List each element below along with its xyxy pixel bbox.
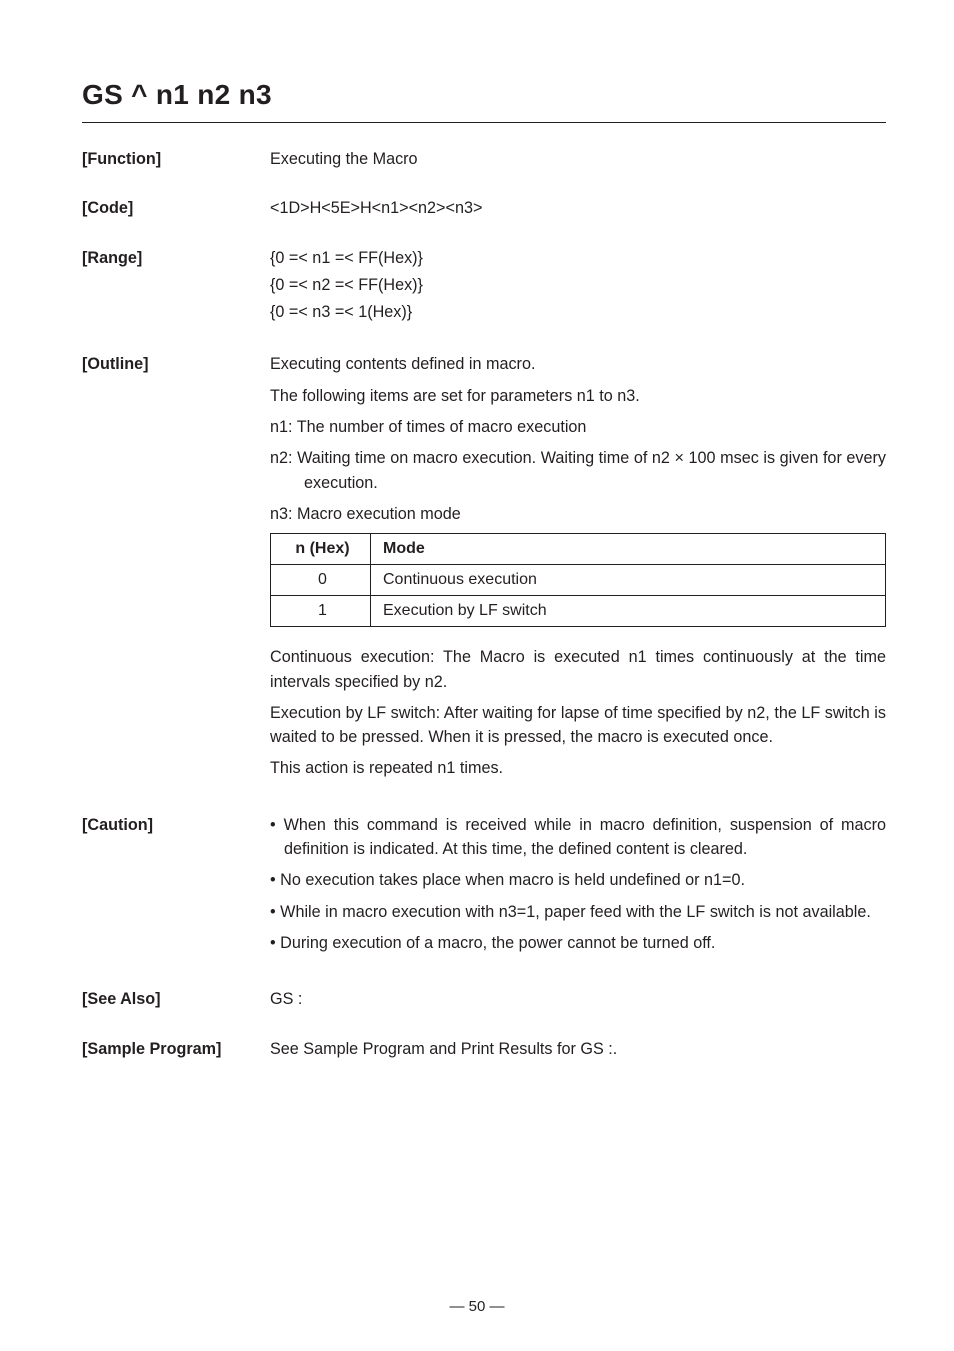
label-range: [Range] bbox=[82, 246, 270, 328]
caution-bullet: • When this command is received while in… bbox=[270, 813, 886, 862]
table-header: n (Hex) bbox=[271, 534, 371, 565]
table-cell: 0 bbox=[271, 565, 371, 596]
value-code: <1D>H<5E>H<n1><n2><n3> bbox=[270, 196, 886, 220]
outline-after: Execution by LF switch: After waiting fo… bbox=[270, 701, 886, 750]
table-cell: Execution by LF switch bbox=[371, 596, 886, 627]
table-header: Mode bbox=[371, 534, 886, 565]
table-cell: 1 bbox=[271, 596, 371, 627]
section-sample: [Sample Program] See Sample Program and … bbox=[82, 1037, 886, 1061]
section-caution: [Caution] • When this command is receive… bbox=[82, 813, 886, 962]
caution-bullet: • During execution of a macro, the power… bbox=[270, 931, 886, 955]
section-seealso: [See Also] GS : bbox=[82, 987, 886, 1011]
label-sample: [Sample Program] bbox=[82, 1037, 270, 1061]
outline-after: Continuous execution: The Macro is execu… bbox=[270, 645, 886, 694]
value-range: {0 =< n1 =< FF(Hex)} {0 =< n2 =< FF(Hex)… bbox=[270, 246, 886, 328]
range-line: {0 =< n3 =< 1(Hex)} bbox=[270, 300, 886, 324]
value-outline: Executing contents defined in macro. The… bbox=[270, 352, 886, 787]
range-line: {0 =< n2 =< FF(Hex)} bbox=[270, 273, 886, 297]
outline-line: n3: Macro execution mode bbox=[270, 502, 886, 526]
label-seealso: [See Also] bbox=[82, 987, 270, 1011]
title-rule bbox=[82, 122, 886, 123]
section-code: [Code] <1D>H<5E>H<n1><n2><n3> bbox=[82, 196, 886, 220]
table-cell: Continuous execution bbox=[371, 565, 886, 596]
label-function: [Function] bbox=[82, 147, 270, 171]
caution-bullet: • While in macro execution with n3=1, pa… bbox=[270, 900, 886, 924]
value-caution: • When this command is received while in… bbox=[270, 813, 886, 962]
caution-bullet: • No execution takes place when macro is… bbox=[270, 868, 886, 892]
value-function: Executing the Macro bbox=[270, 147, 886, 171]
value-seealso: GS : bbox=[270, 987, 886, 1011]
value-sample: See Sample Program and Print Results for… bbox=[270, 1037, 886, 1061]
outline-after: This action is repeated n1 times. bbox=[270, 756, 886, 780]
label-outline: [Outline] bbox=[82, 352, 270, 787]
mode-table: n (Hex) Mode 0 Continuous execution 1 Ex… bbox=[270, 533, 886, 627]
table-header-row: n (Hex) Mode bbox=[271, 534, 886, 565]
table-row: 1 Execution by LF switch bbox=[271, 596, 886, 627]
outline-line: n2: Waiting time on macro execution. Wai… bbox=[270, 446, 886, 495]
range-line: {0 =< n1 =< FF(Hex)} bbox=[270, 246, 886, 270]
outline-line: Executing contents defined in macro. bbox=[270, 352, 886, 376]
section-function: [Function] Executing the Macro bbox=[82, 147, 886, 171]
section-outline: [Outline] Executing contents defined in … bbox=[82, 352, 886, 787]
label-caution: [Caution] bbox=[82, 813, 270, 962]
section-range: [Range] {0 =< n1 =< FF(Hex)} {0 =< n2 =<… bbox=[82, 246, 886, 328]
page-title: GS ^ n1 n2 n3 bbox=[82, 74, 886, 116]
table-row: 0 Continuous execution bbox=[271, 565, 886, 596]
outline-line: The following items are set for paramete… bbox=[270, 384, 886, 408]
label-code: [Code] bbox=[82, 196, 270, 220]
outline-line: n1: The number of times of macro executi… bbox=[270, 415, 886, 439]
page-number: — 50 — bbox=[0, 1296, 954, 1319]
